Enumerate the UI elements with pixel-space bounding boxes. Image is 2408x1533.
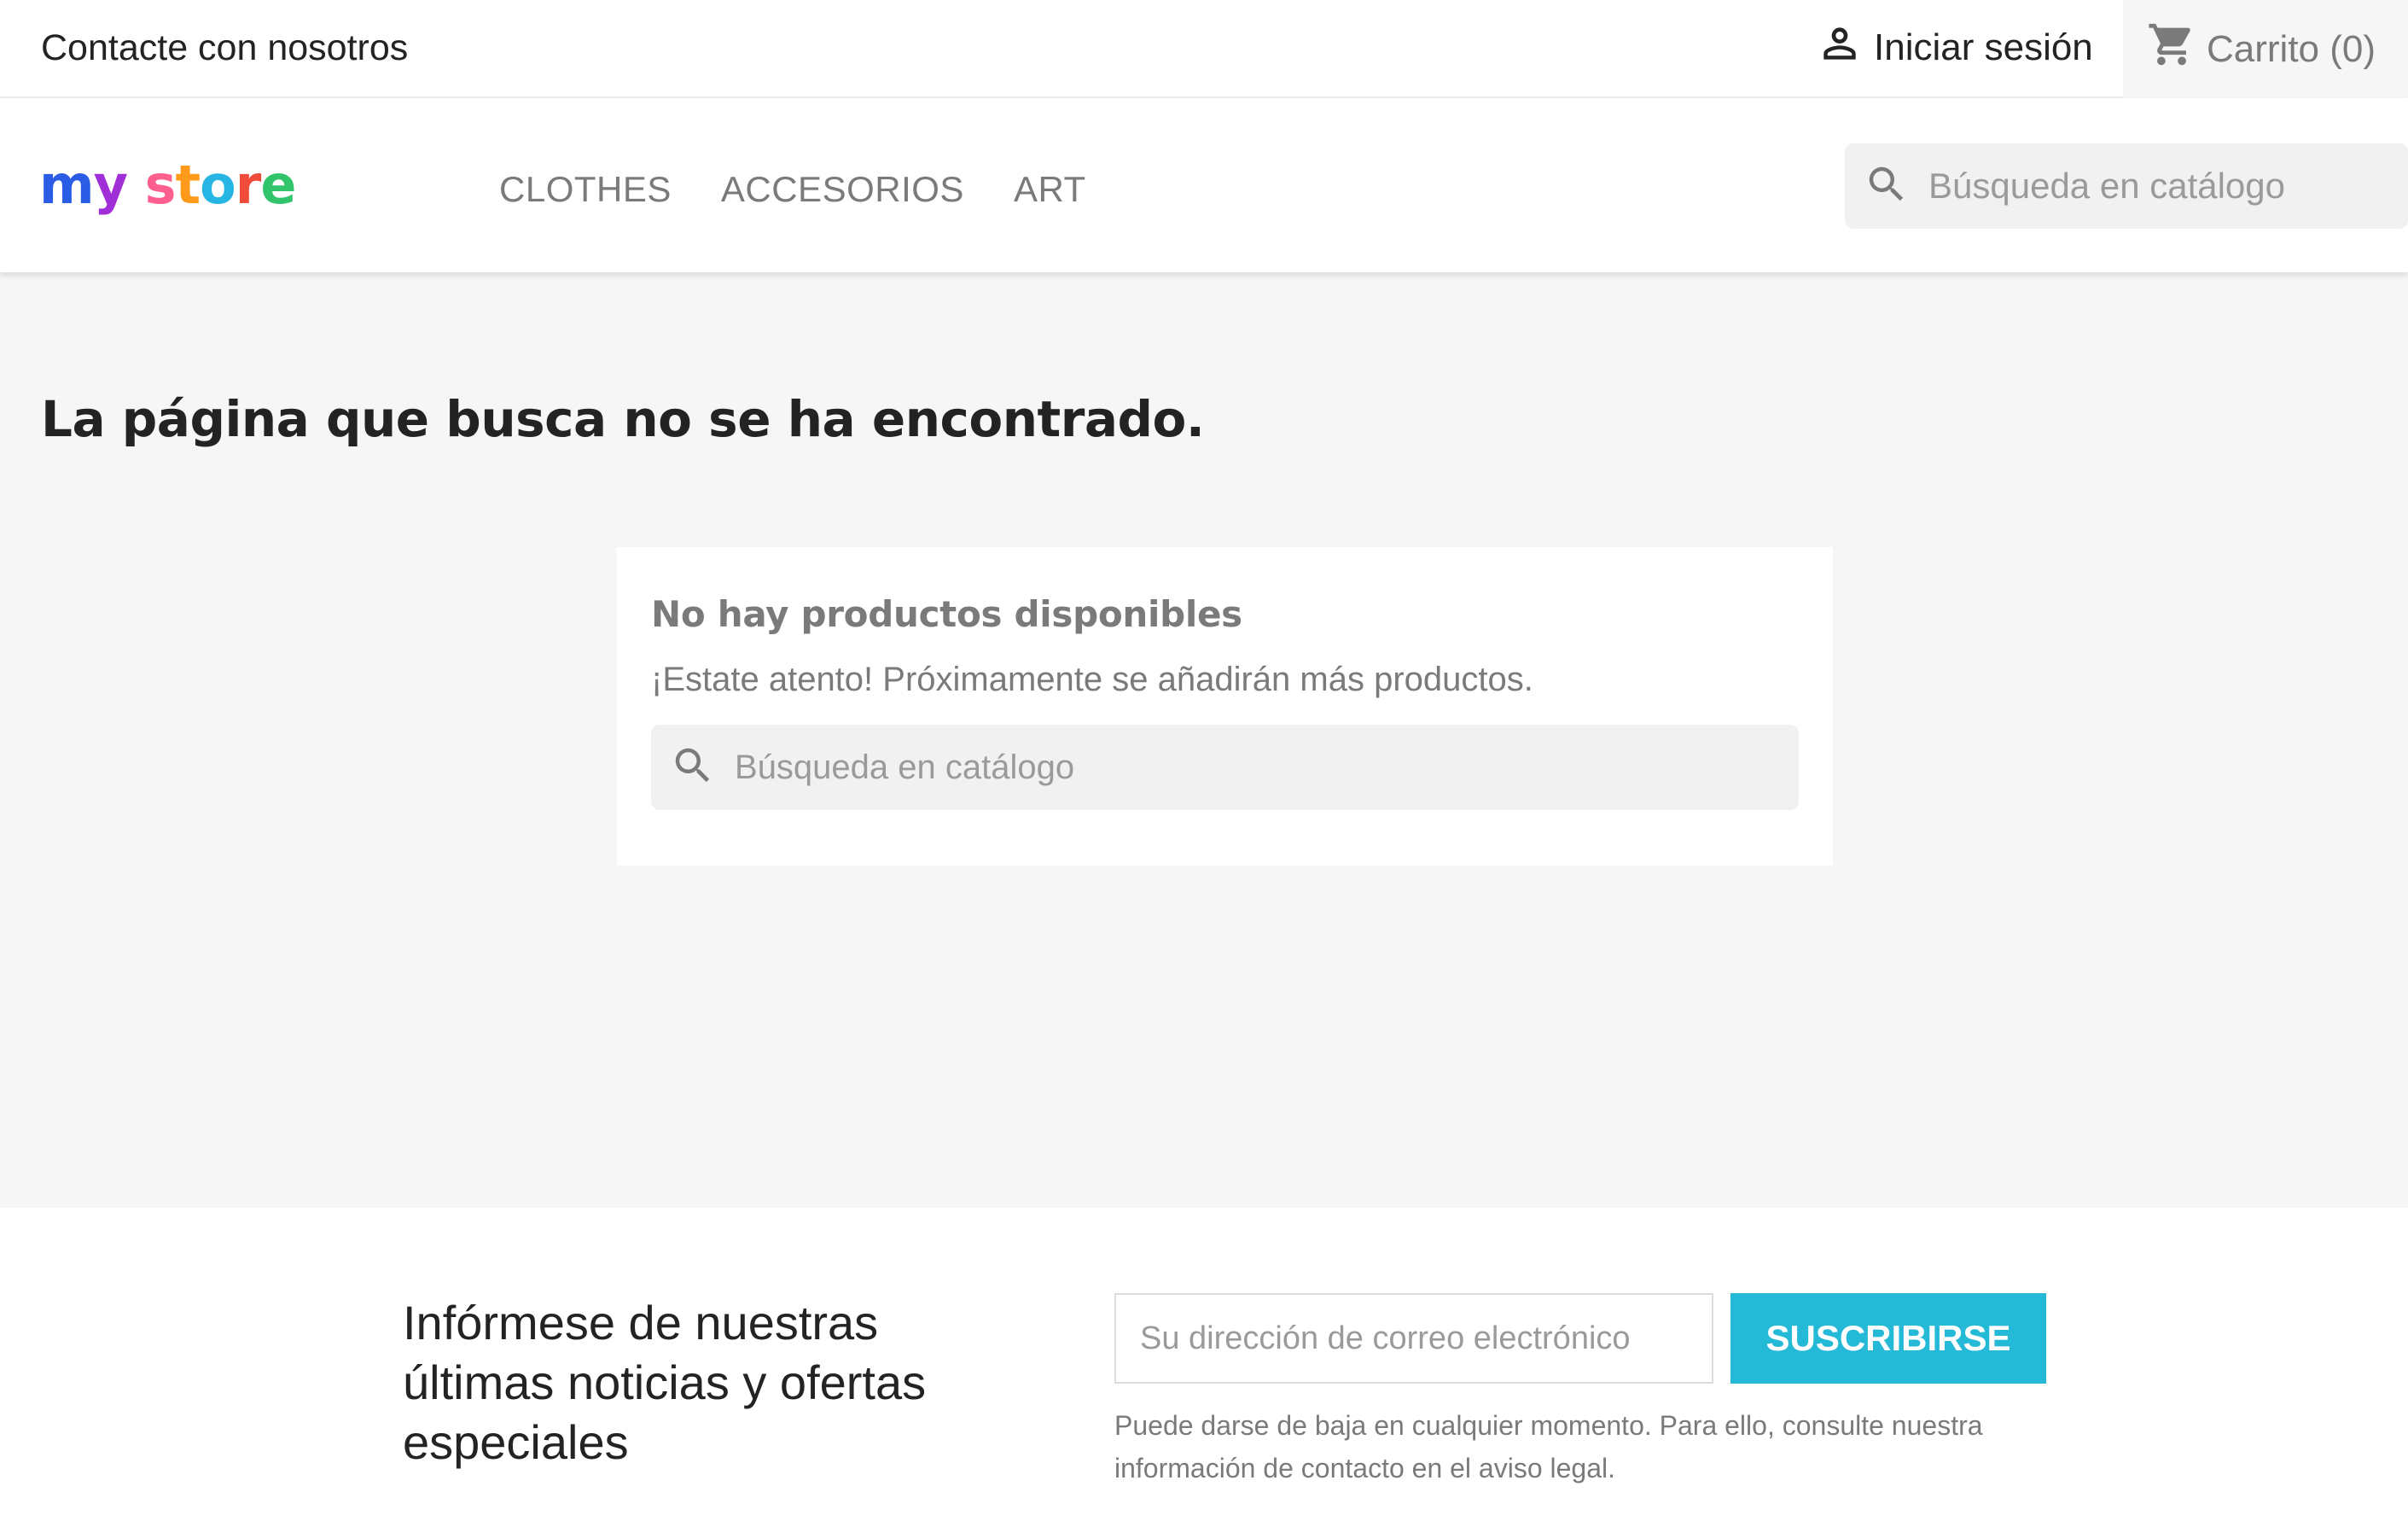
- search-icon[interactable]: [1864, 161, 1928, 212]
- cart-button[interactable]: Carrito (0): [2123, 0, 2408, 98]
- page-title: La página que busca no se ha encontrado.: [41, 390, 1205, 448]
- header-search: [1845, 143, 2408, 229]
- main-nav: CLOTHES ACCESORIOS ART: [499, 160, 1086, 219]
- nav-item-art[interactable]: ART: [1014, 160, 1086, 219]
- shopping-cart-icon: [2147, 20, 2207, 79]
- nav-item-clothes[interactable]: CLOTHES: [499, 160, 672, 219]
- search-icon[interactable]: [670, 743, 735, 793]
- card-search: [651, 725, 1799, 810]
- newsletter-section: Infórmese de nuestras últimas noticias y…: [0, 1208, 2408, 1533]
- user-icon: [1816, 20, 1874, 77]
- newsletter-note: Puede darse de baja en cualquier momento…: [1114, 1410, 1983, 1483]
- card-text: ¡Estate atento! Próximamente se añadirán…: [651, 661, 1533, 698]
- cart-label: Carrito (0): [2207, 27, 2376, 70]
- no-products-card: No hay productos disponibles ¡Estate ate…: [617, 547, 1833, 866]
- newsletter-email-input[interactable]: [1114, 1293, 1713, 1384]
- contact-link[interactable]: Contacte con nosotros: [41, 22, 408, 73]
- main-content: La página que busca no se ha encontrado.…: [0, 272, 2408, 1208]
- card-search-input[interactable]: [735, 748, 1759, 787]
- subscribe-button[interactable]: SUSCRIBIRSE: [1730, 1293, 2046, 1384]
- card-heading: No hay productos disponibles: [651, 593, 1242, 635]
- newsletter-title: Infórmese de nuestras últimas noticias y…: [403, 1296, 927, 1469]
- nav-item-accesorios[interactable]: ACCESORIOS: [721, 160, 964, 219]
- top-bar: Contacte con nosotros Iniciar sesión Car…: [0, 0, 2408, 98]
- header-search-input[interactable]: [1928, 166, 2389, 207]
- signin-label: Iniciar sesión: [1874, 26, 2093, 68]
- store-logo[interactable]: my store: [39, 151, 296, 219]
- site-header: my store CLOTHES ACCESORIOS ART: [0, 98, 2408, 272]
- signin-link[interactable]: Iniciar sesión: [1816, 22, 2093, 73]
